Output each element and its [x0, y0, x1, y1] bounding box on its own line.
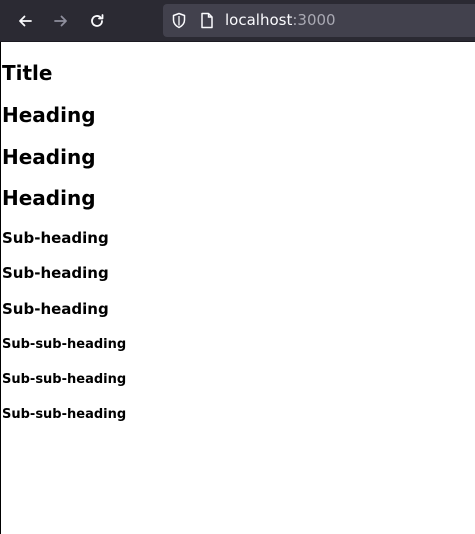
- sub-heading: Sub-heading: [2, 264, 109, 282]
- back-button[interactable]: [11, 7, 39, 35]
- sub-sub-heading: Sub-sub-heading: [2, 407, 127, 422]
- arrow-left-icon: [19, 15, 32, 27]
- page-icon[interactable]: [200, 12, 214, 29]
- sub-heading: Sub-heading: [2, 229, 109, 247]
- url-port: :3000: [292, 11, 336, 29]
- reload-icon: [91, 14, 104, 27]
- sub-sub-heading: Sub-sub-heading: [2, 337, 127, 352]
- browser-toolbar: localhost:3000: [0, 0, 475, 42]
- url-host: localhost: [225, 11, 293, 29]
- url-text[interactable]: localhost:3000: [225, 4, 336, 37]
- page-title: Title: [2, 61, 53, 85]
- reload-button[interactable]: [83, 7, 111, 35]
- shield-icon[interactable]: [171, 12, 187, 29]
- heading: Heading: [2, 103, 96, 127]
- page-content: Title Heading Heading Heading Sub-headin…: [0, 42, 475, 534]
- sub-heading: Sub-heading: [2, 300, 109, 318]
- heading: Heading: [2, 145, 96, 169]
- sub-sub-heading: Sub-sub-heading: [2, 372, 127, 387]
- forward-button[interactable]: [47, 7, 75, 35]
- heading: Heading: [2, 186, 96, 210]
- arrow-right-icon: [54, 15, 67, 27]
- address-bar[interactable]: localhost:3000: [163, 4, 475, 37]
